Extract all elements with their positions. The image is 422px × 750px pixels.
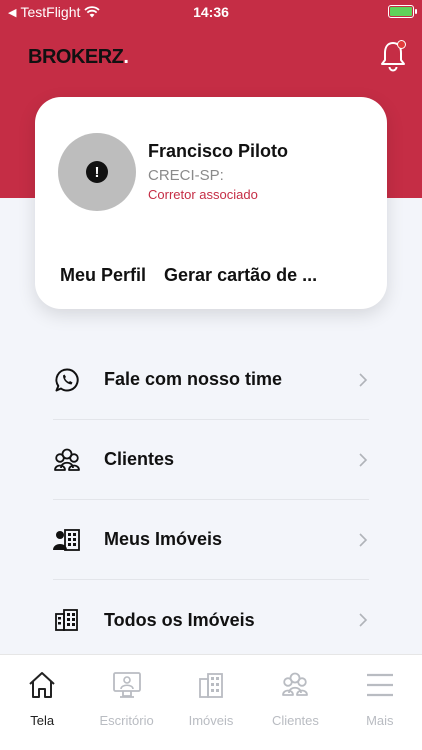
tab-office[interactable]: Escritório <box>84 655 168 750</box>
menu-item-label: Clientes <box>104 449 175 469</box>
profile-card: ! Francisco Piloto CRECI-SP: Corretor as… <box>35 97 387 309</box>
generate-card-button[interactable]: Gerar cartão de ... <box>164 265 317 286</box>
chevron-right-icon <box>359 372 368 387</box>
menu-item-all-properties[interactable]: Todos os Imóveis <box>53 580 369 660</box>
menu-item-my-properties[interactable]: Meus Imóveis <box>53 500 369 580</box>
alert-icon: ! <box>86 161 108 183</box>
menu-item-label: Todos os Imóveis <box>104 609 255 630</box>
tab-home[interactable]: Tela <box>0 655 84 750</box>
avatar[interactable]: ! <box>58 133 136 211</box>
tab-bar: Tela Escritório Imóveis Clientes Mais <box>0 654 422 750</box>
tab-clients[interactable]: Clientes <box>253 655 337 750</box>
chevron-right-icon <box>359 452 368 467</box>
whatsapp-icon <box>53 366 81 394</box>
status-time: 14:36 <box>193 4 229 20</box>
battery-icon <box>388 5 417 18</box>
menu-item-clients[interactable]: Clientes <box>53 420 369 500</box>
users-icon <box>53 446 81 474</box>
building-icon <box>199 673 223 698</box>
notification-badge <box>397 40 406 49</box>
user-name: Francisco Piloto <box>148 141 289 161</box>
home-icon <box>29 672 55 698</box>
menu-item-contact-team[interactable]: Fale com nosso time <box>53 340 369 420</box>
status-bar: ◀ TestFlight 14:36 <box>0 0 422 24</box>
chevron-right-icon <box>359 613 368 627</box>
menu-item-label: Meus Imóveis <box>104 529 223 549</box>
tab-label: Escritório <box>99 713 154 728</box>
tab-label: Clientes <box>271 713 319 728</box>
monitor-user-icon <box>112 672 141 698</box>
creci-label: CRECI-SP: <box>148 167 224 184</box>
user-building-icon <box>53 526 81 554</box>
menu-list: Fale com nosso time Clientes Meus Imóvei… <box>53 340 369 660</box>
notifications-button[interactable] <box>378 40 408 72</box>
menu-item-label: Fale com nosso time <box>104 369 283 389</box>
tab-properties[interactable]: Imóveis <box>169 655 253 750</box>
chevron-right-icon <box>359 532 368 547</box>
users-icon <box>282 672 309 696</box>
building-icon <box>53 606 81 634</box>
brand-logo: BROKERZ. <box>28 46 129 68</box>
my-profile-button[interactable]: Meu Perfil <box>60 265 146 286</box>
user-role: Corretor associado <box>148 187 258 202</box>
tab-more[interactable]: Mais <box>338 655 422 750</box>
tab-label: Imóveis <box>188 713 234 728</box>
tab-label: Mais <box>366 713 394 728</box>
hamburger-icon <box>366 673 393 697</box>
profile-actions: Meu Perfil Gerar cartão de ... <box>60 265 317 286</box>
tab-label: Tela <box>30 713 55 728</box>
